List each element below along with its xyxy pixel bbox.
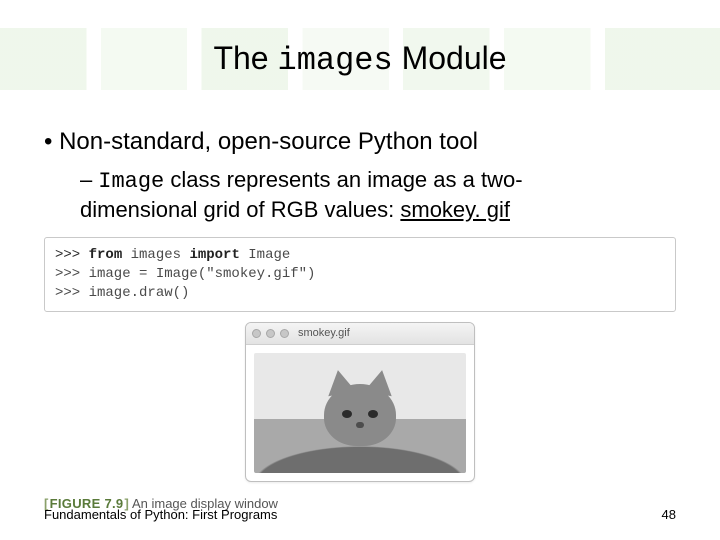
code-line-1: >>> from images import Image — [55, 246, 665, 265]
repl-prompt: >>> — [55, 247, 89, 263]
bullet-code: Image — [98, 169, 164, 194]
cat-head — [324, 384, 396, 446]
slide: The images Module Non-standard, open-sou… — [0, 0, 720, 540]
cat-eye-icon — [342, 410, 352, 418]
title-post: Module — [393, 40, 507, 76]
slide-body: Non-standard, open-source Python tool –I… — [44, 128, 676, 511]
window-titlebar: smokey.gif — [246, 323, 474, 345]
traffic-light-icon — [280, 329, 289, 338]
image-window-row: smokey.gif — [44, 322, 676, 482]
kw-import: import — [189, 247, 239, 263]
cat-nose-icon — [356, 422, 364, 428]
code-line-2: >>> image = Image("smokey.gif") — [55, 265, 665, 284]
title-code: images — [277, 42, 392, 79]
traffic-light-icon — [252, 329, 261, 338]
bullet-text-b: dimensional grid of RGB values: — [80, 197, 400, 222]
bullet-level2: –Image class represents an image as a tw… — [80, 166, 676, 223]
bullet-text-a: class represents an image as a two- — [164, 167, 522, 192]
cat-ear-icon — [364, 368, 396, 396]
cat-ear-icon — [324, 368, 356, 396]
code-block: >>> from images import Image >>> image =… — [44, 237, 676, 312]
file-link[interactable]: smokey. gif — [400, 197, 510, 222]
code-line-3: >>> image.draw() — [55, 284, 665, 303]
title-band: The images Module — [0, 28, 720, 90]
bullet-level1: Non-standard, open-source Python tool — [44, 128, 676, 156]
cat-eye-icon — [368, 410, 378, 418]
traffic-light-icon — [266, 329, 275, 338]
code-text: images — [122, 247, 189, 263]
kw-from: from — [89, 247, 123, 263]
dash-icon: – — [80, 167, 92, 192]
cat-image — [254, 353, 466, 473]
image-window: smokey.gif — [245, 322, 475, 482]
page-number: 48 — [662, 507, 676, 522]
title-pre: The — [213, 40, 277, 76]
slide-title: The images Module — [213, 40, 506, 79]
window-content — [246, 345, 474, 481]
window-filename: smokey.gif — [298, 327, 350, 339]
code-text: Image — [240, 247, 290, 263]
footer-text: Fundamentals of Python: First Programs — [44, 507, 277, 522]
